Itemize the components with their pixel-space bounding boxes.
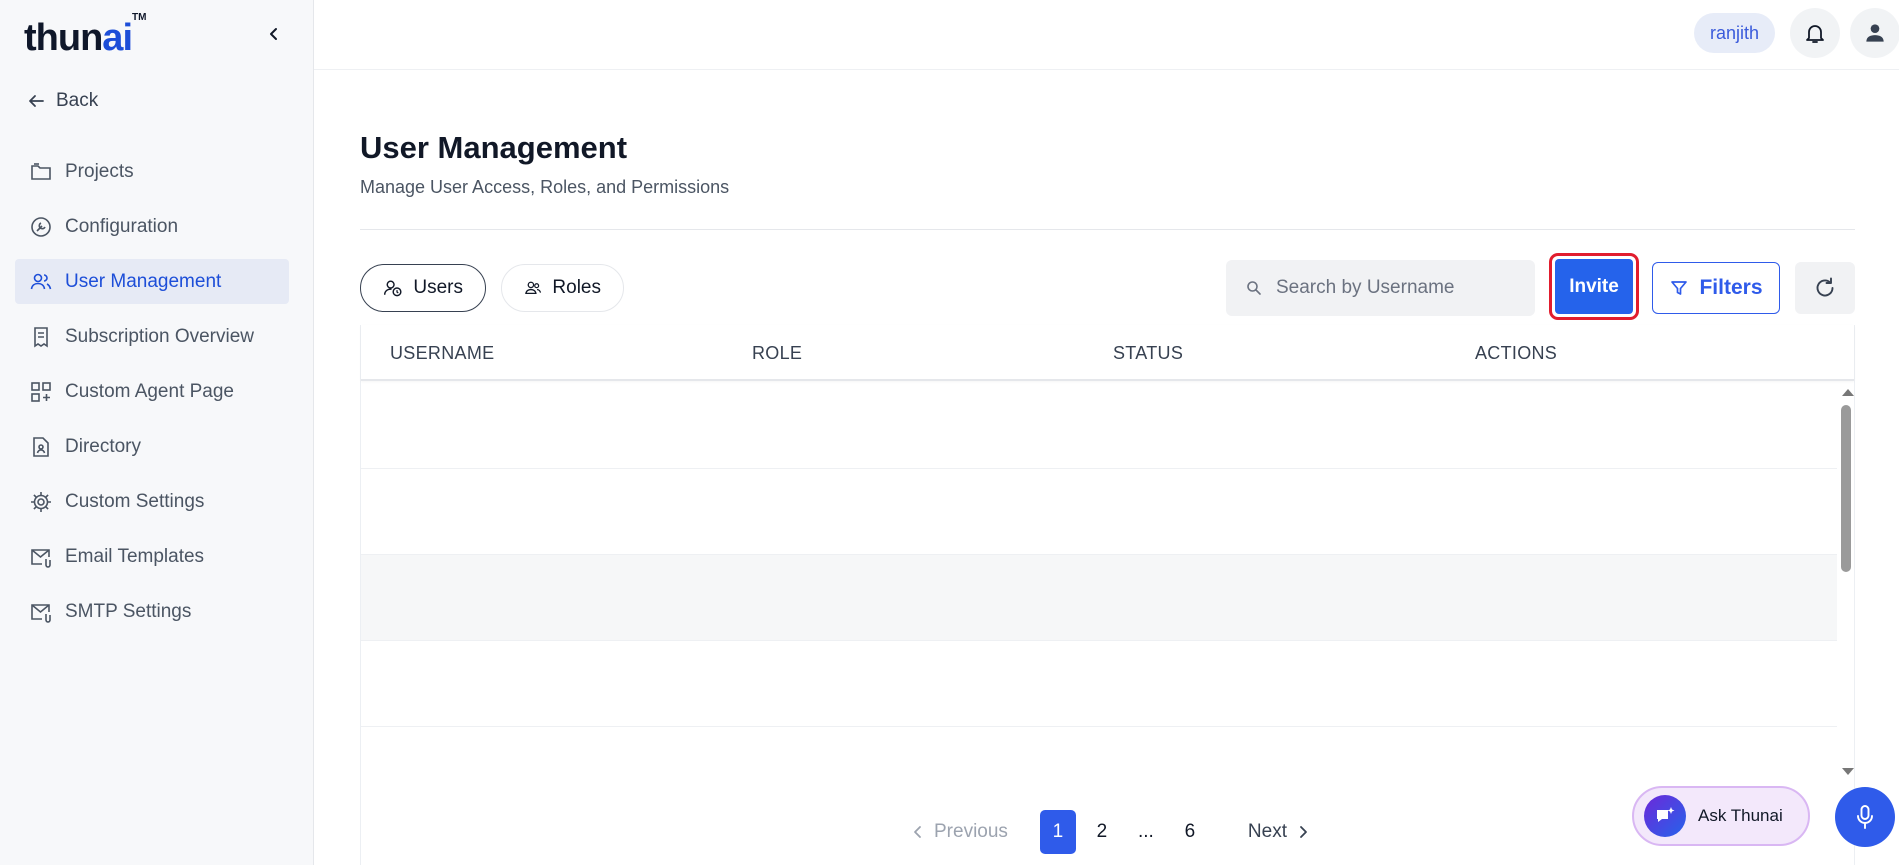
- sidebar-item-label: Directory: [65, 435, 142, 457]
- chevron-left-icon: [270, 28, 277, 40]
- bell-icon: [1806, 25, 1824, 43]
- sidebar-item-label: User Management: [65, 270, 222, 292]
- previous-page-button[interactable]: Previous: [912, 821, 1008, 843]
- search-box: [1226, 260, 1535, 316]
- people-icon: [525, 281, 542, 295]
- chevron-right-icon: [1300, 826, 1307, 838]
- column-header-status[interactable]: STATUS: [1113, 343, 1183, 364]
- user-icon: [1866, 24, 1884, 42]
- sidebar-item-label: Email Templates: [65, 545, 205, 567]
- sidebar-item-directory[interactable]: Directory: [15, 424, 289, 469]
- users-icon: [30, 273, 52, 289]
- sidebar-nav: Projects Configuration User Management S…: [15, 149, 289, 644]
- page-ellipsis: ...: [1138, 821, 1154, 842]
- collapse-sidebar-button[interactable]: [262, 22, 286, 46]
- sidebar-item-configuration[interactable]: Configuration: [15, 204, 289, 249]
- chat-sparkle-icon: [1644, 795, 1686, 837]
- sidebar-item-label: Configuration: [65, 215, 179, 237]
- sidebar-item-user-management[interactable]: User Management: [15, 259, 289, 304]
- sidebar-item-label: Custom Settings: [65, 490, 205, 512]
- table-row: [361, 641, 1837, 727]
- arrow-left-icon: [29, 95, 44, 107]
- sidebar-item-smtp-settings[interactable]: SMTP Settings: [15, 589, 289, 634]
- invite-label: Invite: [1555, 259, 1633, 314]
- logo-tail-text: i: [122, 17, 133, 59]
- users-table: USERNAME ROLE STATUS ACTIONS: [360, 325, 1855, 865]
- table-row: [361, 469, 1837, 555]
- mail-clip-icon: [31, 548, 51, 568]
- ask-thunai-label: Ask Thunai: [1698, 806, 1783, 825]
- invite-button[interactable]: Invite: [1549, 253, 1639, 320]
- back-label: Back: [56, 90, 99, 111]
- column-header-role[interactable]: ROLE: [752, 343, 802, 364]
- search-input[interactable]: [1276, 277, 1516, 299]
- grid-plus-icon: [31, 381, 51, 402]
- refresh-button[interactable]: [1795, 262, 1855, 314]
- sidebar-item-label: Projects: [65, 160, 134, 182]
- logo-accent-text: a: [102, 17, 123, 59]
- profile-button[interactable]: [1850, 8, 1899, 58]
- user-clock-icon: [383, 280, 402, 297]
- sidebar-item-subscription-overview[interactable]: Subscription Overview: [15, 314, 289, 359]
- tab-users[interactable]: Users: [360, 264, 486, 312]
- sidebar-item-label: Custom Agent Page: [65, 380, 234, 402]
- logo-main-text: thun: [24, 17, 103, 59]
- scroll-thumb[interactable]: [1841, 405, 1851, 572]
- voice-button[interactable]: [1835, 787, 1895, 847]
- tab-label: Roles: [552, 277, 601, 298]
- sidebar-item-projects[interactable]: Projects: [15, 149, 289, 194]
- gear-icon: [31, 491, 51, 512]
- refresh-icon: [1816, 277, 1834, 297]
- tab-roles[interactable]: Roles: [501, 264, 624, 312]
- logo-text: thunai: [24, 17, 133, 59]
- filters-label: Filters: [1699, 276, 1763, 299]
- next-page-button[interactable]: Next: [1248, 821, 1309, 843]
- notifications-button[interactable]: [1790, 8, 1840, 58]
- sidebar: thunai TM Back Projects Configuration Us…: [0, 0, 314, 865]
- sidebar-item-label: SMTP Settings: [65, 600, 192, 622]
- column-header-actions[interactable]: ACTIONS: [1475, 343, 1557, 364]
- table-row: [361, 555, 1837, 641]
- username-chip[interactable]: ranjith: [1694, 13, 1776, 53]
- scroll-down-arrow[interactable]: [1842, 768, 1854, 775]
- header-divider: [360, 229, 1855, 230]
- folder-icon: [31, 162, 51, 180]
- table-scrollbar[interactable]: [1837, 383, 1855, 777]
- sidebar-item-email-templates[interactable]: Email Templates: [15, 534, 289, 579]
- next-label: Next: [1247, 821, 1287, 842]
- page-title: User Management: [360, 130, 628, 165]
- sidebar-item-custom-settings[interactable]: Custom Settings: [15, 479, 289, 524]
- thunai-logo[interactable]: thunai TM: [24, 12, 146, 59]
- sidebar-item-label: Subscription Overview: [65, 325, 255, 347]
- page-subtitle: Manage User Access, Roles, and Permissio…: [360, 177, 730, 197]
- filters-button[interactable]: Filters: [1652, 262, 1780, 314]
- ask-thunai-button[interactable]: Ask Thunai: [1632, 786, 1810, 846]
- page-button-2[interactable]: 2: [1084, 810, 1120, 854]
- contact-file-icon: [33, 436, 49, 457]
- receipt-icon: [34, 326, 48, 347]
- sidebar-item-custom-agent-page[interactable]: Custom Agent Page: [15, 369, 289, 414]
- pagination: Previous 1 2 ... 6 Next: [912, 810, 1309, 854]
- previous-label: Previous: [934, 821, 1008, 842]
- tab-label: Users: [413, 277, 463, 298]
- filter-icon: [1671, 281, 1688, 295]
- table-row: [361, 383, 1837, 469]
- mail-clip-icon: [31, 603, 51, 623]
- column-header-username[interactable]: USERNAME: [390, 343, 494, 364]
- search-icon: [1247, 281, 1261, 295]
- top-bar: [314, 0, 1899, 70]
- page-button-1[interactable]: 1: [1039, 810, 1076, 854]
- scroll-up-arrow[interactable]: [1842, 389, 1854, 396]
- trademark: TM: [132, 12, 147, 23]
- back-link[interactable]: Back: [26, 90, 98, 112]
- microphone-icon: [1857, 805, 1873, 829]
- chevron-left-icon: [914, 826, 921, 838]
- configuration-icon: [31, 216, 51, 237]
- page-button-6[interactable]: 6: [1172, 810, 1208, 854]
- table-header: USERNAME ROLE STATUS ACTIONS: [361, 325, 1854, 381]
